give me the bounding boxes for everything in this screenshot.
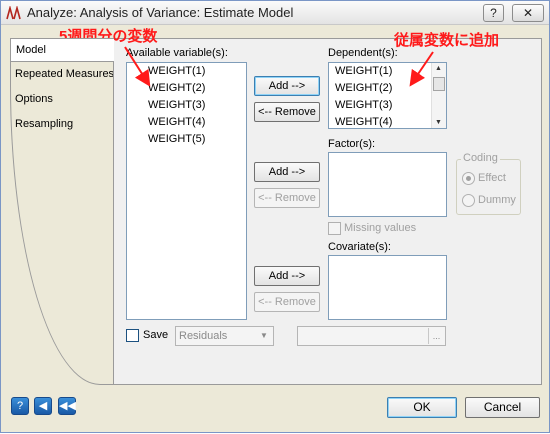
annotation-arrows <box>124 46 434 87</box>
annotation-arrow-left <box>124 46 151 87</box>
ok-button[interactable]: OK <box>387 397 457 418</box>
back-arrow-icon[interactable]: ◀ <box>34 397 52 415</box>
rewind-icon[interactable]: ◀◀ <box>58 397 76 415</box>
help-icon[interactable]: ? <box>11 397 29 415</box>
dialog-window: Analyze: Analysis of Variance: Estimate … <box>0 0 550 433</box>
annotation-arrow-right <box>409 51 434 87</box>
cancel-button[interactable]: Cancel <box>465 397 540 418</box>
tab-model[interactable]: Model <box>10 38 114 62</box>
